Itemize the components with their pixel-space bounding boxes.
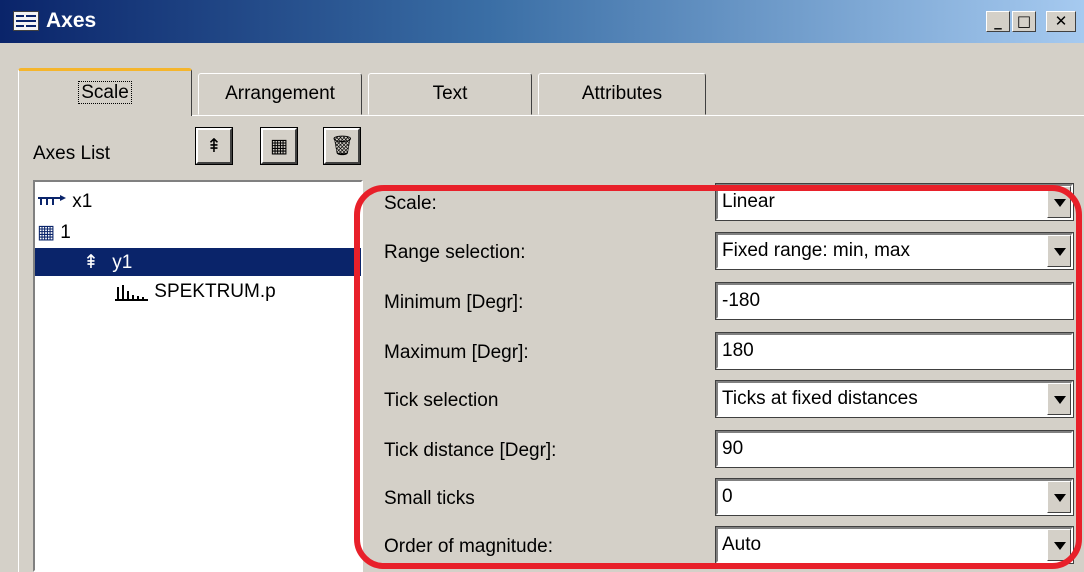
new-axis-button[interactable]: ⇞ xyxy=(195,127,233,165)
tab-label: Arrangement xyxy=(225,83,335,104)
tick-selection-value: Ticks at fixed distances xyxy=(722,388,918,409)
scale-label: Scale: xyxy=(384,193,437,214)
new-axis-icon: ⇞ xyxy=(206,135,222,157)
tree-item-x1[interactable]: x1 xyxy=(37,188,92,216)
tree-item-1[interactable]: ▦ 1 xyxy=(37,218,71,246)
maximum-label: Maximum [Degr]: xyxy=(384,342,529,363)
tab-label: Scale xyxy=(78,81,132,104)
close-button[interactable]: ✕ xyxy=(1046,11,1076,32)
tab-panel-border-left xyxy=(18,115,19,572)
title-bar: Axes _ □ ✕ xyxy=(0,0,1084,43)
tab-label: Attributes xyxy=(581,83,663,104)
chevron-down-icon[interactable] xyxy=(1047,235,1071,267)
tick-selection-label: Tick selection xyxy=(384,390,499,411)
new-coordinate-system-button[interactable]: ▦ xyxy=(260,127,298,165)
minimum-field[interactable]: -180 xyxy=(715,282,1074,320)
minimum-label: Minimum [Degr]: xyxy=(384,292,524,313)
coordinate-system-icon: ▦ xyxy=(270,135,288,157)
tree-item-spektrum[interactable]: SPEKTRUM.p xyxy=(115,278,276,306)
order-of-magnitude-label: Order of magnitude: xyxy=(384,536,553,557)
range-selection-label: Range selection: xyxy=(384,242,526,263)
trash-icon: 🗑 xyxy=(329,135,355,157)
tick-distance-field[interactable]: 90 xyxy=(715,430,1074,468)
scale-value: Linear xyxy=(722,191,775,212)
tree-item-label: SPEKTRUM.p xyxy=(154,281,276,302)
maximize-button[interactable]: □ xyxy=(1012,11,1036,32)
range-selection-select[interactable]: Fixed range: min, max xyxy=(715,232,1074,270)
small-ticks-value: 0 xyxy=(722,486,733,507)
tree-item-label: 1 xyxy=(60,222,71,243)
chevron-down-icon[interactable] xyxy=(1047,481,1071,513)
tab-label: Text xyxy=(432,83,468,104)
minimize-button[interactable]: _ xyxy=(986,11,1010,32)
small-ticks-label: Small ticks xyxy=(384,488,475,509)
tab-scale[interactable]: Scale xyxy=(18,68,192,116)
tab-arrangement[interactable]: Arrangement xyxy=(198,73,362,115)
tick-distance-value: 90 xyxy=(722,438,744,459)
spectrum-icon xyxy=(115,284,148,301)
tree-item-y1[interactable]: ⇞ y1 xyxy=(35,248,361,276)
order-of-magnitude-value: Auto xyxy=(722,534,762,555)
axes-list[interactable]: x1 ▦ 1 ⇞ y1 SPEKTRUM.p xyxy=(33,180,363,572)
x-axis-icon xyxy=(38,194,66,205)
tick-selection-select[interactable]: Ticks at fixed distances xyxy=(715,380,1074,418)
window-title: Axes xyxy=(46,9,97,32)
order-of-magnitude-select[interactable]: Auto xyxy=(715,526,1074,564)
maximum-value: 180 xyxy=(722,340,754,361)
coordinate-system-icon: ▦ xyxy=(37,221,55,243)
chevron-down-icon[interactable] xyxy=(1047,383,1071,415)
y-axis-icon: ⇞ xyxy=(83,251,99,273)
tick-distance-label: Tick distance [Degr]: xyxy=(384,440,557,461)
axes-window-icon xyxy=(13,11,39,31)
delete-axis-button[interactable]: 🗑 xyxy=(323,127,361,165)
chevron-down-icon[interactable] xyxy=(1047,186,1071,218)
tree-item-label: x1 xyxy=(72,191,93,212)
chevron-down-icon[interactable] xyxy=(1047,529,1071,561)
tree-item-label: y1 xyxy=(112,252,133,273)
maximum-field[interactable]: 180 xyxy=(715,332,1074,370)
tab-attributes[interactable]: Attributes xyxy=(538,73,706,115)
range-selection-value: Fixed range: min, max xyxy=(722,240,910,261)
minimum-value: -180 xyxy=(722,290,761,311)
tab-text[interactable]: Text xyxy=(368,73,532,115)
small-ticks-select[interactable]: 0 xyxy=(715,478,1074,516)
scale-select[interactable]: Linear xyxy=(715,183,1074,221)
axes-list-label: Axes List xyxy=(33,143,111,164)
